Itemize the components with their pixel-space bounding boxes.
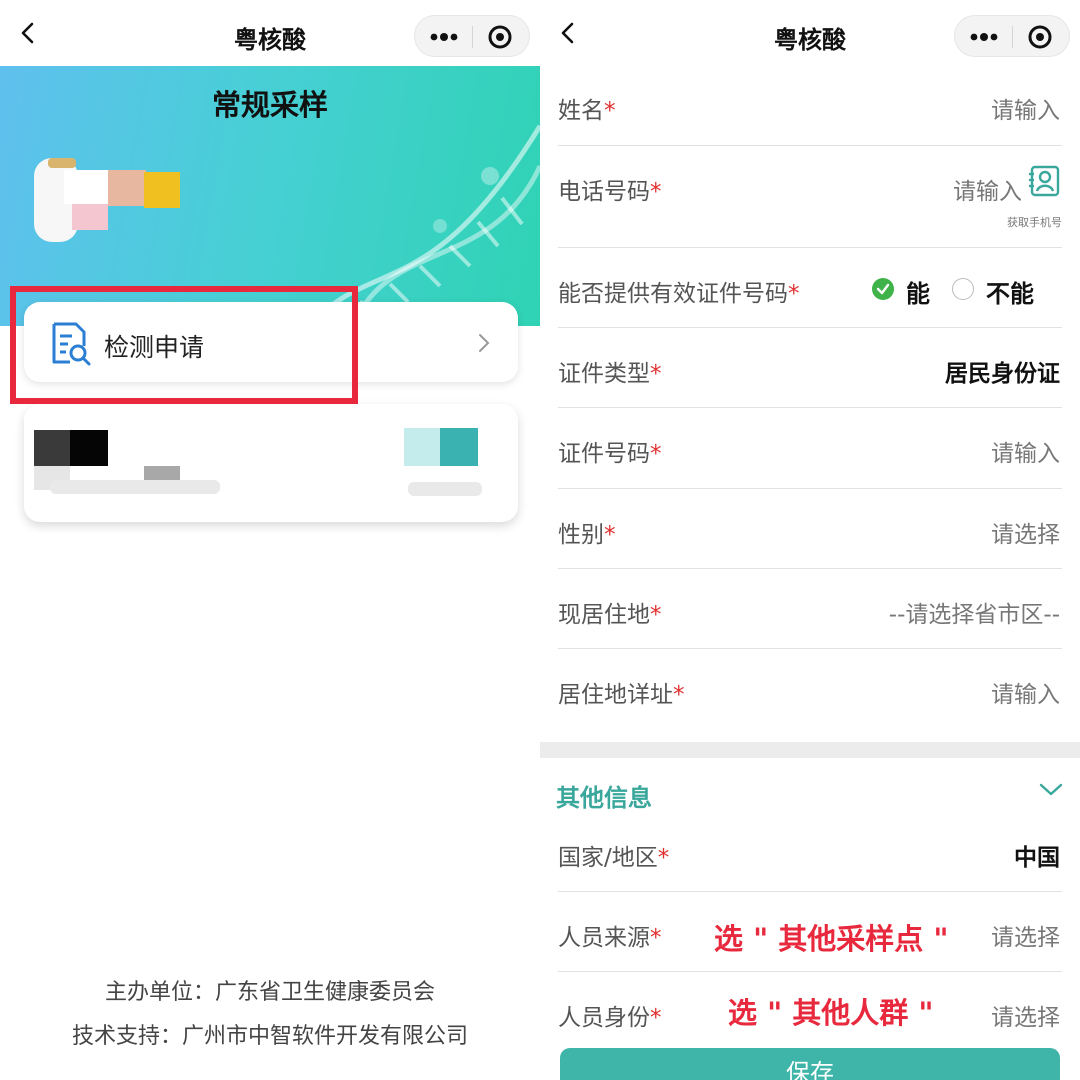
field-label: 人员身份* (558, 1005, 662, 1031)
personnel-identity-select[interactable]: 请选择 (991, 998, 1060, 1032)
name-input[interactable]: 请输入 (991, 91, 1060, 125)
field-label: 性别* (558, 522, 616, 548)
field-phone[interactable]: 电话号码* 请输入 获取手机号 (558, 146, 1062, 248)
target-icon[interactable] (472, 16, 529, 58)
field-label: 居住地详址* (558, 682, 685, 708)
field-personnel-source[interactable]: 人员来源* 选 " 其他采样点 " 请选择 (558, 892, 1062, 972)
address-input[interactable]: 请输入 (991, 675, 1060, 709)
field-gender[interactable]: 性别* 请选择 (558, 489, 1062, 569)
get-phone-link[interactable]: 获取手机号 (1007, 214, 1062, 230)
save-button[interactable]: 保存 (560, 1048, 1060, 1080)
field-id-number[interactable]: 证件号码* 请输入 (558, 408, 1062, 489)
mini-program-capsule (954, 15, 1070, 57)
field-label: 证件号码* (558, 441, 662, 467)
phone-input[interactable]: 请输入 (953, 172, 1022, 206)
target-icon[interactable] (1012, 16, 1069, 58)
field-label: 现居住地* (558, 602, 662, 628)
field-can-provide-id: 能否提供有效证件号码* 能 不能 (558, 248, 1062, 328)
field-label: 人员来源* (558, 925, 662, 951)
residence-select[interactable]: --请选择省市区-- (889, 595, 1060, 629)
footer-organizer: 主办单位：广东省卫生健康委员会 (104, 980, 435, 1005)
contact-icon[interactable] (1028, 164, 1060, 198)
personnel-source-select[interactable]: 请选择 (991, 918, 1060, 952)
app-screenshot: 粤核酸 常规采样 检测申请 主办单位：广东省卫生健康委员会 技术支持：广州市中智… (0, 0, 1080, 1080)
field-id-type[interactable]: 证件类型* 居民身份证 (558, 328, 1062, 408)
section-divider (540, 742, 1080, 758)
country-select[interactable]: 中国 (1014, 838, 1060, 872)
form-panel: 粤核酸 姓名* 请输入 电话号码* 请输入 获取手机号 能否提供有效证件号码* … (540, 0, 1080, 1080)
radio-yes[interactable] (872, 278, 894, 300)
check-icon (876, 283, 890, 295)
redacted-block (440, 428, 478, 466)
left-navbar: 粤核酸 (0, 0, 540, 66)
chevron-down-icon[interactable] (1038, 782, 1064, 798)
redacted-block (404, 428, 440, 466)
radio-yes-label: 能 (906, 280, 930, 308)
footer-support: 技术支持：广州市中智软件开发有限公司 (71, 1024, 468, 1049)
more-icon[interactable] (415, 16, 472, 58)
field-label: 证件类型* (558, 361, 662, 387)
more-icon[interactable] (955, 16, 1012, 58)
field-residence[interactable]: 现居住地* --请选择省市区-- (558, 569, 1062, 649)
gender-select[interactable]: 请选择 (991, 515, 1060, 549)
blurred-text (408, 482, 482, 496)
id-type-select[interactable]: 居民身份证 (945, 354, 1060, 388)
annotation-personnel-source: 选 " 其他采样点 " (714, 922, 949, 956)
qr-code-card[interactable] (24, 404, 518, 522)
radio-no-label: 不能 (986, 280, 1034, 308)
avatar (34, 158, 180, 242)
field-country[interactable]: 国家/地区* 中国 (558, 812, 1062, 892)
field-label: 国家/地区* (558, 845, 670, 871)
annotation-personnel-identity: 选 " 其他人群 " (728, 996, 934, 1030)
section-title-other-info: 其他信息 (556, 784, 652, 812)
chevron-right-icon (479, 334, 490, 352)
field-label: 姓名* (558, 98, 616, 124)
field-label: 电话号码* (558, 179, 662, 205)
id-radio-group: 能 不能 (872, 274, 1048, 308)
id-number-input[interactable]: 请输入 (991, 434, 1060, 468)
radio-no[interactable] (952, 278, 974, 300)
field-personnel-identity[interactable]: 人员身份* 选 " 其他人群 " 请选择 (558, 972, 1062, 1052)
field-label: 能否提供有效证件号码* (558, 281, 800, 307)
home-panel: 粤核酸 常规采样 检测申请 主办单位：广东省卫生健康委员会 技术支持：广州市中智… (0, 0, 540, 1080)
blurred-text (50, 480, 220, 494)
redacted-block (34, 430, 70, 466)
highlight-annotation (10, 286, 358, 404)
redacted-block (70, 430, 108, 466)
right-navbar: 粤核酸 (540, 0, 1080, 66)
field-name[interactable]: 姓名* 请输入 (558, 66, 1062, 146)
field-address-detail[interactable]: 居住地详址* 请输入 (558, 649, 1062, 742)
mini-program-capsule (414, 15, 530, 57)
